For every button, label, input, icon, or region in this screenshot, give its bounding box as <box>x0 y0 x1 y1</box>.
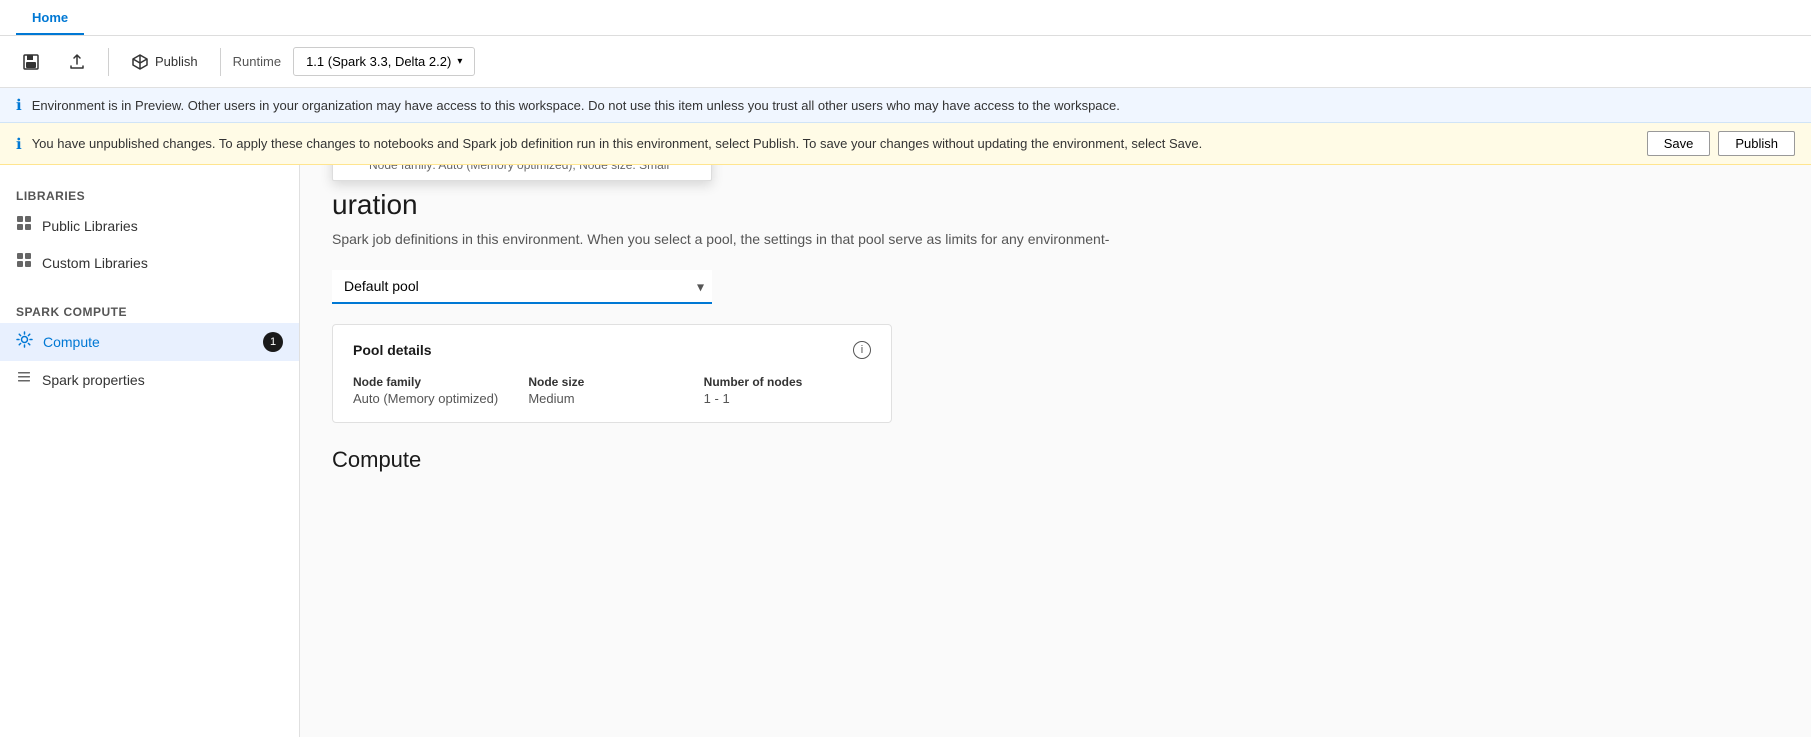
notif-publish-button[interactable]: Publish <box>1718 131 1795 156</box>
pool-details-info-icon[interactable]: i <box>853 341 871 359</box>
export-button[interactable] <box>58 47 96 77</box>
export-icon <box>68 53 86 71</box>
compute-badge: 1 <box>263 332 283 352</box>
pool-select-input[interactable] <box>332 270 712 304</box>
num-nodes-label: Number of nodes <box>704 375 871 389</box>
sidebar: Libraries Public Libraries <box>0 165 300 737</box>
spark-properties-icon <box>16 369 32 390</box>
notification-bar-info: ℹ Environment is in Preview. Other users… <box>0 88 1811 123</box>
notification-text-1: Environment is in Preview. Other users i… <box>32 98 1120 113</box>
save-icon <box>22 53 40 71</box>
compute-section-title: Compute <box>332 447 1779 473</box>
pool-details-header: Pool details i <box>353 341 871 359</box>
runtime-version: 1.1 (Spark 3.3, Delta 2.2) <box>306 54 451 69</box>
runtime-selector[interactable]: 1.1 (Spark 3.3, Delta 2.2) ▾ <box>293 47 475 76</box>
compute-gear-icon <box>16 331 33 353</box>
info-icon-2: ℹ <box>16 135 22 153</box>
custompool1-desc: Node family: Auto (Memory optimized); No… <box>369 165 695 172</box>
toolbar: Publish Runtime 1.1 (Spark 3.3, Delta 2.… <box>0 36 1811 88</box>
pool-details-card: Pool details i Node family Auto (Memory … <box>332 324 892 423</box>
runtime-label: Runtime <box>233 54 281 69</box>
num-nodes-value: 1 - 1 <box>704 391 871 406</box>
public-libraries-label: Public Libraries <box>42 218 138 234</box>
node-family-value: Auto (Memory optimized) <box>353 391 520 406</box>
chevron-down-icon: ▾ <box>457 56 462 67</box>
pool-details-grid: Node family Auto (Memory optimized) Node… <box>353 375 871 406</box>
tab-home[interactable]: Home <box>16 2 84 35</box>
sidebar-item-spark-properties[interactable]: Spark properties <box>0 361 299 398</box>
notification-bar-warn: ℹ You have unpublished changes. To apply… <box>0 123 1811 165</box>
dropdown-item-custompool1[interactable]: custompool1 Node family: Auto (Memory op… <box>333 165 711 180</box>
content-area: uration Spark job definitions in this en… <box>300 165 1811 737</box>
publish-button[interactable]: Publish <box>121 47 208 77</box>
spark-compute-section-title: Spark Compute <box>0 297 299 323</box>
num-nodes-column: Number of nodes 1 - 1 <box>704 375 871 406</box>
node-family-column: Node family Auto (Memory optimized) <box>353 375 520 406</box>
notification-actions: Save Publish <box>1647 131 1795 156</box>
node-size-column: Node size Medium <box>528 375 695 406</box>
save-button[interactable] <box>12 47 50 77</box>
pool-select-wrapper: ▾ <box>332 270 712 304</box>
sidebar-item-public-libraries[interactable]: Public Libraries <box>0 207 299 244</box>
publish-icon <box>131 53 149 71</box>
notification-text-2: You have unpublished changes. To apply t… <box>32 136 1203 151</box>
main-layout: Libraries Public Libraries <box>0 165 1811 737</box>
custom-libraries-icon <box>16 252 32 273</box>
node-size-value: Medium <box>528 391 695 406</box>
sidebar-item-compute[interactable]: Compute 1 <box>0 323 299 361</box>
page-description: Spark job definitions in this environmen… <box>332 229 1779 250</box>
toolbar-divider <box>108 48 109 76</box>
public-libraries-icon <box>16 215 32 236</box>
pool-details-title: Pool details <box>353 342 432 358</box>
node-family-label: Node family <box>353 375 520 389</box>
toolbar-divider2 <box>220 48 221 76</box>
custom-libraries-label: Custom Libraries <box>42 255 148 271</box>
pool-dropdown: Starter pool ✓ Default pool Node family:… <box>332 165 712 181</box>
libraries-section-title: Libraries <box>0 181 299 207</box>
publish-label: Publish <box>155 54 198 69</box>
compute-label: Compute <box>43 334 100 350</box>
node-size-label: Node size <box>528 375 695 389</box>
tab-bar: Home <box>0 0 1811 36</box>
page-title: uration <box>332 189 1779 221</box>
spark-properties-label: Spark properties <box>42 372 145 388</box>
notif-save-button[interactable]: Save <box>1647 131 1711 156</box>
sidebar-item-custom-libraries[interactable]: Custom Libraries <box>0 244 299 281</box>
info-icon-1: ℹ <box>16 96 22 114</box>
pool-selector-container: Starter pool ✓ Default pool Node family:… <box>332 270 712 304</box>
